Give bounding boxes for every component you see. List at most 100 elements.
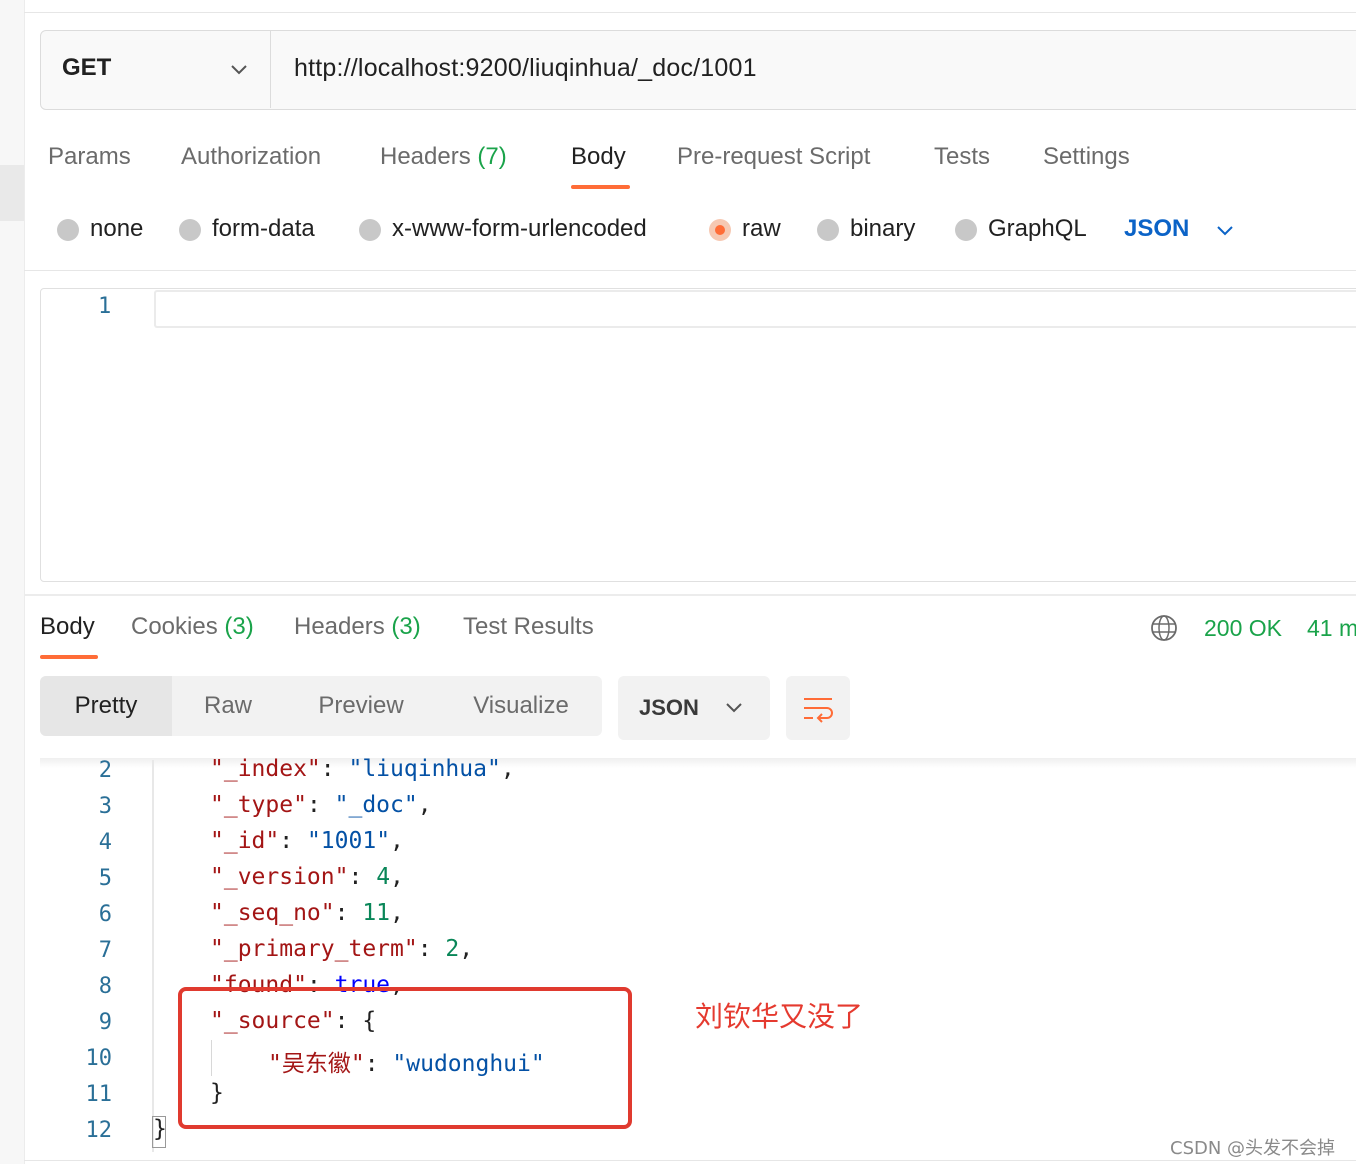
line-number: 10 — [85, 1046, 113, 1071]
tab-label: Tests — [934, 143, 991, 170]
tab-label: Params — [48, 143, 131, 170]
response-format-label: JSON — [639, 695, 699, 720]
bottom-divider — [24, 1160, 1356, 1161]
line-number: 11 — [85, 1082, 113, 1107]
json-key: "_id" — [210, 828, 280, 854]
json-punct: , — [500, 756, 515, 782]
line-number: 1 — [98, 294, 112, 319]
tab-tests[interactable]: Tests — [934, 143, 990, 171]
radio-label-raw: raw — [742, 215, 781, 242]
tab-label: Cookies — [131, 613, 218, 640]
json-punct: , — [390, 828, 404, 854]
line-number: 4 — [98, 830, 112, 855]
tab-label: Headers — [380, 143, 471, 170]
json-value: "liuqinhua" — [348, 756, 501, 782]
json-value: "1001" — [306, 828, 391, 854]
tab-body[interactable]: Body — [571, 143, 626, 171]
code-line: "_type": "_doc", — [210, 792, 432, 818]
chevron-down-icon[interactable] — [1214, 219, 1236, 241]
active-line-highlight[interactable] — [154, 290, 1356, 328]
tab-authorization[interactable]: Authorization — [181, 143, 321, 171]
tab-params[interactable]: Params — [48, 143, 131, 171]
json-punct: , — [459, 936, 474, 962]
line-number: 2 — [98, 758, 112, 783]
left-rail-marker — [0, 165, 24, 221]
response-tab-cookies[interactable]: Cookies (3) — [131, 613, 254, 641]
tab-label: Settings — [1043, 143, 1130, 170]
response-tab-headers[interactable]: Headers (3) — [294, 613, 421, 641]
code-line: } — [153, 1116, 167, 1142]
code-line: "_version": 4, — [210, 864, 404, 890]
view-pretty-button[interactable]: Pretty — [40, 676, 172, 736]
tab-settings[interactable]: Settings — [1043, 143, 1130, 171]
line-number: 8 — [98, 974, 112, 999]
radio-label-urlencoded: x-www-form-urlencoded — [392, 215, 647, 242]
json-value: 11 — [362, 900, 391, 926]
watermark: CSDN @头发不会掉 — [1170, 1138, 1336, 1159]
raw-format-select[interactable]: JSON — [1124, 215, 1189, 243]
globe-icon[interactable] — [1150, 614, 1178, 642]
code-line: "_seq_no": 11, — [210, 900, 404, 926]
json-punct: , — [390, 864, 404, 890]
code-line: "_id": "1001", — [210, 828, 404, 854]
line-number: 3 — [98, 794, 112, 819]
active-tab-underline — [40, 655, 98, 659]
radio-form-data[interactable] — [179, 219, 201, 241]
url-input[interactable]: http://localhost:9200/liuqinhua/_doc/100… — [294, 54, 757, 83]
radio-none[interactable] — [57, 219, 79, 241]
tab-count: (3) — [224, 613, 254, 640]
tab-headers[interactable]: Headers (7) — [380, 143, 507, 171]
panel-divider[interactable] — [24, 594, 1356, 596]
json-brace: } — [153, 1116, 167, 1142]
gutter-divider — [152, 760, 154, 1152]
tab-count: (3) — [391, 613, 421, 640]
json-punct: , — [390, 900, 404, 926]
request-bar-divider — [270, 31, 271, 108]
json-key: "_primary_term" — [210, 936, 418, 962]
tab-count: (7) — [477, 143, 507, 170]
request-body-editor[interactable] — [40, 288, 1356, 582]
active-tab-underline — [571, 185, 630, 189]
json-key: "_index" — [210, 756, 321, 782]
line-number: 6 — [98, 902, 112, 927]
json-value: "_doc" — [334, 792, 418, 818]
json-punct: , — [417, 792, 432, 818]
json-key: "_version" — [210, 864, 349, 890]
line-number: 9 — [98, 1010, 112, 1035]
json-key: "_type" — [210, 792, 307, 818]
radio-graphql[interactable] — [955, 219, 977, 241]
view-raw-button[interactable]: Raw — [172, 676, 284, 736]
json-value: 2 — [445, 936, 460, 962]
radio-label-binary: binary — [850, 215, 916, 242]
json-value: 4 — [376, 864, 391, 890]
response-tab-body[interactable]: Body — [40, 613, 95, 641]
tab-label: Body — [571, 143, 626, 170]
json-key: "_seq_no" — [210, 900, 335, 926]
radio-urlencoded[interactable] — [359, 219, 381, 241]
tab-pre-request-script[interactable]: Pre-request Script — [677, 143, 870, 171]
method-select[interactable]: GET — [62, 54, 111, 82]
tab-label: Headers — [294, 613, 385, 640]
chevron-down-icon[interactable] — [228, 58, 250, 80]
tab-label: Authorization — [181, 143, 322, 170]
radio-label-none: none — [90, 215, 144, 242]
annotation-box — [178, 987, 632, 1129]
status-badge[interactable]: 200 OK — [1204, 615, 1282, 642]
chevron-down-icon — [726, 703, 742, 713]
view-preview-button[interactable]: Preview — [294, 676, 428, 736]
tab-label: Pre-request Script — [677, 143, 871, 170]
view-visualize-button[interactable]: Visualize — [446, 676, 596, 736]
line-number: 5 — [98, 866, 112, 891]
code-line: "_primary_term": 2, — [210, 936, 474, 962]
annotation-text: 刘钦华又没了 — [695, 1000, 864, 1033]
tab-label: Body — [40, 613, 95, 640]
radio-label-form-data: form-data — [212, 215, 315, 242]
radio-raw[interactable] — [709, 219, 731, 241]
top-divider — [24, 12, 1356, 13]
line-number: 7 — [98, 938, 112, 963]
radio-binary[interactable] — [817, 219, 839, 241]
response-tab-test-results[interactable]: Test Results — [463, 613, 594, 641]
tab-label: Test Results — [463, 613, 594, 640]
response-time[interactable]: 41 m — [1307, 615, 1356, 642]
radio-label-graphql: GraphQL — [988, 215, 1087, 242]
